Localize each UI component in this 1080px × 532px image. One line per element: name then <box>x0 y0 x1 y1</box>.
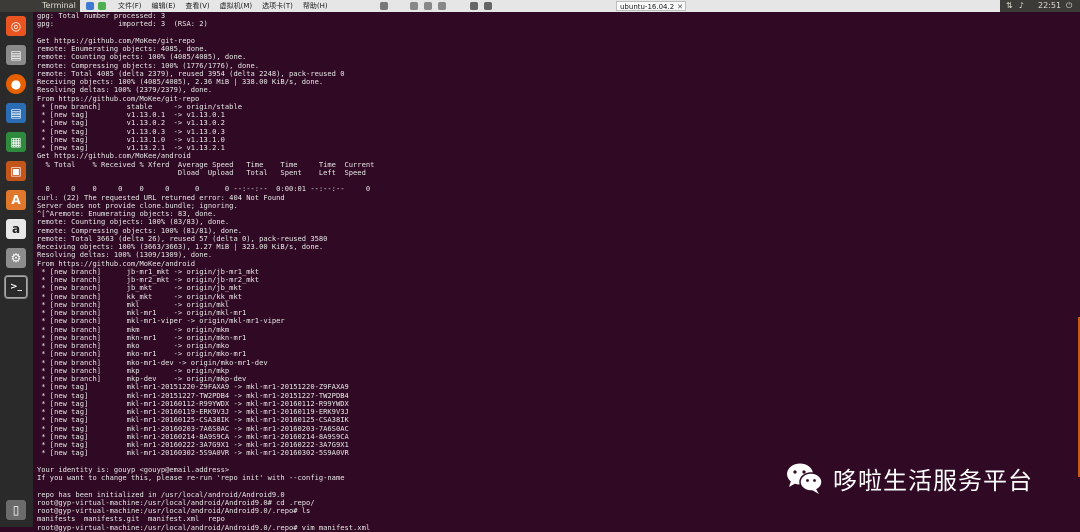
vm-toolbar: 文件(F) 编辑(E) 查看(V) 虚拟机(M) 选项卡(T) 帮助(H) ub… <box>80 0 1000 12</box>
writer-icon: ▤ <box>6 103 26 123</box>
calc-icon: ▦ <box>6 132 26 152</box>
watermark: 哆啦生活服务平台 <box>785 458 1033 498</box>
network-icon[interactable]: ⇅ <box>1006 0 1013 12</box>
wechat-icon <box>785 461 823 495</box>
launcher-item-files[interactable]: ▤ <box>4 43 28 67</box>
settings-icon: ⚙ <box>6 248 26 268</box>
vm-home-icon[interactable] <box>86 2 94 10</box>
terminal-line: Dload Upload Total Spent Left Speed <box>37 167 366 177</box>
vm-library-icon[interactable] <box>98 2 106 10</box>
software-center-icon: A <box>6 190 26 210</box>
terminal-line: root@gyp-virtual-machine:/usr/local/andr… <box>37 522 371 532</box>
tab-close-icon[interactable]: ✕ <box>677 2 683 12</box>
pause-icon[interactable] <box>380 2 388 10</box>
menu-view[interactable]: 查看(V) <box>185 0 209 12</box>
launcher: ◎ ▤ ● ▤ ▦ ▣ A a ⚙ >_ ▯ <box>0 12 33 527</box>
firefox-icon: ● <box>6 74 26 94</box>
snapshot-icon[interactable] <box>410 2 418 10</box>
revert-icon[interactable] <box>424 2 432 10</box>
power-icon[interactable]: ⏻ <box>1066 0 1072 12</box>
ubuntu-dash-icon: ◎ <box>6 16 26 36</box>
impress-icon: ▣ <box>6 161 26 181</box>
fullscreen-icon[interactable] <box>470 2 478 10</box>
amazon-icon: a <box>6 219 26 239</box>
launcher-item-settings[interactable]: ⚙ <box>4 246 28 270</box>
system-indicators: ⇅ ♪ <box>1006 0 1024 12</box>
manage-snapshot-icon[interactable] <box>438 2 446 10</box>
vm-tab[interactable]: ubuntu-16.04.2 ✕ <box>616 1 686 11</box>
terminal-line: * [new tag] mkl-mr1-20160302-5S9A0VR -> … <box>37 448 349 458</box>
unity-icon[interactable] <box>484 2 492 10</box>
terminal-output: gpg: Total number processed: 3 gpg: impor… <box>37 11 374 532</box>
menu-tabs[interactable]: 选项卡(T) <box>262 0 293 12</box>
menu-vm[interactable]: 虚拟机(M) <box>220 0 253 12</box>
trash-icon: ▯ <box>6 500 26 520</box>
launcher-item-firefox[interactable]: ● <box>4 72 28 96</box>
terminal-line: gpg: imported: 3 (RSA: 2) <box>37 19 208 29</box>
watermark-text: 哆啦生活服务平台 <box>833 466 1033 495</box>
launcher-item-impress[interactable]: ▣ <box>4 159 28 183</box>
launcher-item-calc[interactable]: ▦ <box>4 130 28 154</box>
clock[interactable]: 22:51 <box>1038 0 1061 12</box>
launcher-item-terminal[interactable]: >_ <box>4 275 28 299</box>
launcher-item-software[interactable]: A <box>4 188 28 212</box>
terminal-window[interactable]: gpg: Total number processed: 3 gpg: impor… <box>34 11 1080 531</box>
terminal-icon: >_ <box>5 276 27 298</box>
vm-tab-label: ubuntu-16.04.2 <box>620 3 675 11</box>
launcher-item-dash[interactable]: ◎ <box>4 14 28 38</box>
terminal-line: If you want to change this, please re-ru… <box>37 473 345 482</box>
menu-help[interactable]: 帮助(H) <box>303 0 328 12</box>
launcher-item-trash[interactable]: ▯ <box>4 498 28 522</box>
volume-icon[interactable]: ♪ <box>1019 0 1024 12</box>
launcher-item-writer[interactable]: ▤ <box>4 101 28 125</box>
files-icon: ▤ <box>6 45 26 65</box>
launcher-item-amazon[interactable]: a <box>4 217 28 241</box>
